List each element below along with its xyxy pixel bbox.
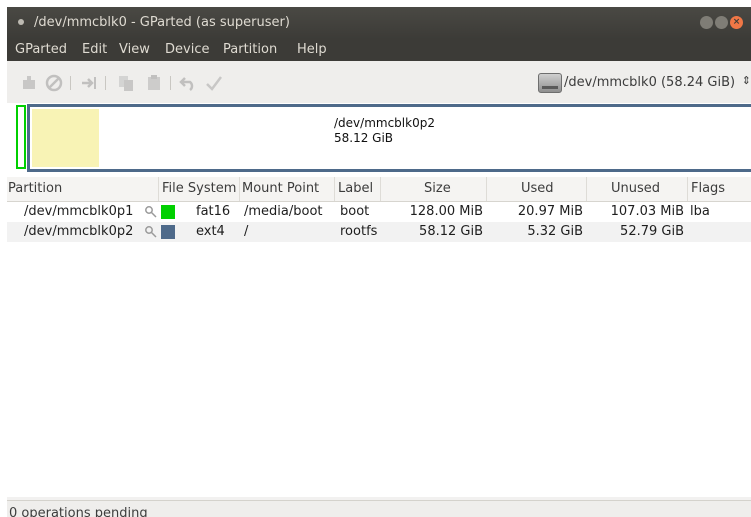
partition-label: boot: [340, 204, 370, 219]
menu-bar: GParted Edit View Device Partition Help: [7, 39, 751, 61]
column-header-label[interactable]: Label: [338, 181, 373, 198]
column-separator: [380, 177, 381, 201]
menu-edit[interactable]: Edit: [82, 42, 107, 57]
window-controls: ×: [700, 16, 743, 29]
column-separator: [586, 177, 587, 201]
column-header-size[interactable]: Size: [424, 181, 451, 198]
gparted-window: /dev/mmcblk0 - GParted (as superuser) × …: [7, 7, 751, 517]
new-partition-icon[interactable]: [20, 74, 38, 92]
partition-unused: 52.79 GiB: [620, 224, 684, 239]
table-header: Partition File System Mount Point Label …: [7, 177, 751, 202]
disk-partition-p2[interactable]: /dev/mmcblk0p2 58.12 GiB: [27, 104, 751, 172]
column-header-partition[interactable]: Partition: [8, 181, 62, 198]
disk-partition-size: 58.12 GiB: [334, 131, 394, 145]
used-space-bar: [32, 109, 99, 167]
column-header-mountpoint[interactable]: Mount Point: [242, 181, 319, 198]
filesystem-color-swatch: [161, 205, 175, 219]
disk-partition-name: /dev/mmcblk0p2: [334, 116, 435, 130]
title-bar[interactable]: /dev/mmcblk0 - GParted (as superuser) ×: [7, 7, 751, 39]
partition-size: 128.00 MiB: [409, 204, 483, 219]
partition-used: 20.97 MiB: [517, 204, 583, 219]
window-menu-icon[interactable]: [18, 19, 24, 25]
harddisk-icon: [538, 73, 562, 93]
column-header-unused[interactable]: Unused: [611, 181, 660, 198]
partition-table: Partition File System Mount Point Label …: [7, 177, 751, 497]
column-separator: [486, 177, 487, 201]
partition-name: /dev/mmcblk0p1: [24, 204, 134, 219]
disk-partition-p1[interactable]: [16, 105, 26, 169]
menu-gparted[interactable]: GParted: [15, 42, 67, 57]
menu-device[interactable]: Device: [165, 42, 209, 57]
toolbar-separator: [105, 76, 106, 90]
chevron-updown-icon: ⇕: [741, 74, 751, 87]
menu-partition[interactable]: Partition: [223, 42, 277, 57]
column-separator: [687, 177, 688, 201]
partition-size: 58.12 GiB: [419, 224, 483, 239]
column-separator: [158, 177, 159, 201]
menu-help[interactable]: Help: [297, 42, 327, 57]
table-row[interactable]: /dev/mmcblk0p1 fat16 /media/boot boot 12…: [7, 202, 751, 222]
mount-point: /: [244, 224, 249, 239]
toolbar-separator: [170, 76, 171, 90]
column-header-used[interactable]: Used: [521, 181, 554, 198]
disk-graphic: /dev/mmcblk0p2 58.12 GiB: [7, 103, 751, 177]
toolbar: /dev/mmcblk0 (58.24 GiB) ⇕: [7, 61, 751, 104]
column-header-filesystem[interactable]: File System: [162, 181, 236, 198]
undo-icon[interactable]: [179, 74, 197, 92]
mount-point: /media/boot: [244, 204, 323, 219]
toolbar-separator: [70, 76, 71, 90]
key-icon: [145, 206, 157, 218]
status-bar: 0 operations pending: [7, 500, 751, 517]
window-title: /dev/mmcblk0 - GParted (as superuser): [34, 15, 290, 30]
column-separator: [239, 177, 240, 201]
table-row[interactable]: /dev/mmcblk0p2 ext4 / rootfs 58.12 GiB 5…: [7, 222, 751, 242]
paste-icon[interactable]: [145, 74, 163, 92]
partition-label: rootfs: [340, 224, 378, 239]
filesystem-type: ext4: [196, 224, 225, 239]
minimize-icon[interactable]: [700, 16, 713, 29]
device-selector-label: /dev/mmcblk0 (58.24 GiB): [564, 75, 736, 90]
resize-move-icon[interactable]: [80, 74, 98, 92]
partition-flags: lba: [690, 204, 710, 219]
filesystem-color-swatch: [161, 225, 175, 239]
delete-partition-icon[interactable]: [45, 74, 63, 92]
device-selector[interactable]: /dev/mmcblk0 (58.24 GiB) ⇕: [532, 71, 751, 95]
apply-icon[interactable]: [205, 74, 223, 92]
copy-icon[interactable]: [117, 74, 135, 92]
key-icon: [145, 226, 157, 238]
status-text: 0 operations pending: [9, 506, 148, 517]
maximize-icon[interactable]: [715, 16, 728, 29]
disk-partition-label: /dev/mmcblk0p2 58.12 GiB: [334, 116, 435, 146]
menu-view[interactable]: View: [119, 42, 150, 57]
partition-unused: 107.03 MiB: [610, 204, 684, 219]
close-icon[interactable]: ×: [730, 16, 743, 29]
partition-used: 5.32 GiB: [527, 224, 583, 239]
partition-name: /dev/mmcblk0p2: [24, 224, 134, 239]
filesystem-type: fat16: [196, 204, 231, 219]
column-separator: [334, 177, 335, 201]
column-header-flags[interactable]: Flags: [691, 181, 725, 198]
